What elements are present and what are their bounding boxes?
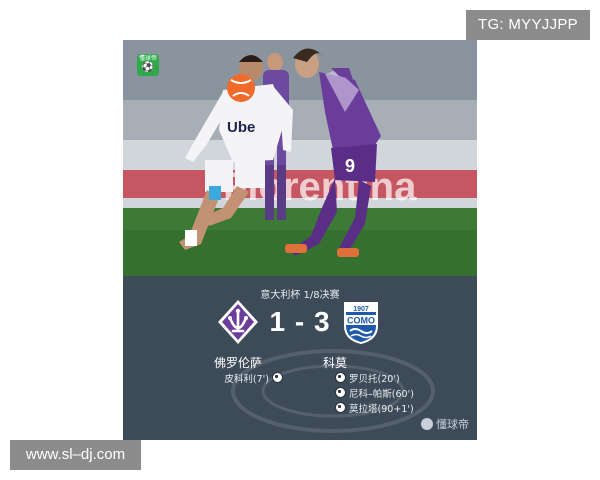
shirt-sponsor: Ube [227, 119, 255, 136]
brand-watermark: 懂球帝 [421, 416, 469, 432]
como-crest-year: 1907 [353, 306, 369, 313]
away-scorers-list: 罗贝托(20') 尼科–帕斯(60') 莫拉塔(90+1') [335, 372, 465, 417]
goal-ball-icon [335, 387, 346, 398]
site-url-tag: www.sl–dj.com [10, 440, 141, 470]
away-scorer-item: 莫拉塔(90+1') [335, 402, 465, 417]
brand-text: 懂球帝 [436, 418, 469, 431]
scoreboard: 意大利杯 1/8决赛 1 - 3 1907 COMO 佛罗伦萨 科莫 皮科利(7… [123, 276, 477, 440]
away-scorer-item: 尼科–帕斯(60') [335, 387, 465, 402]
scorer-name: 莫拉塔(90+1') [349, 404, 414, 415]
home-scorer-item: 皮科利(7') [183, 372, 283, 387]
brand-logo-icon [421, 418, 433, 430]
app-logo-text: 懂球帝 [138, 55, 157, 62]
scorer-name: 尼科–帕斯(60') [349, 389, 414, 400]
shirt-number: 9 [345, 156, 355, 176]
goal-ball-icon [335, 402, 346, 413]
goal-ball-icon [335, 372, 346, 383]
match-card[interactable]: Fiorentina Ube 9 懂球帝 ⚽ 意大利杯 1/8决赛 1 - 3 … [123, 40, 477, 440]
scorer-name: 皮科利(7') [224, 374, 269, 385]
home-team-name[interactable]: 佛罗伦萨 [193, 354, 283, 371]
away-scorer-item: 罗贝托(20') [335, 372, 465, 387]
como-crest-icon[interactable]: 1907 COMO [338, 298, 384, 346]
fiorentina-crest-icon[interactable] [216, 298, 260, 346]
competition-label: 意大利杯 1/8决赛 [260, 290, 340, 301]
app-logo-icon: 懂球帝 ⚽ [137, 54, 159, 76]
match-photo-illustration: Fiorentina Ube 9 [123, 40, 477, 276]
match-photo: Fiorentina Ube 9 懂球帝 ⚽ [123, 40, 477, 276]
telegram-tag: TG: MYYJJPP [466, 10, 590, 40]
away-team-name[interactable]: 科莫 [323, 354, 383, 371]
home-scorers-list: 皮科利(7') [183, 372, 283, 387]
match-score: 1 - 3 [269, 306, 331, 337]
goal-ball-icon [272, 372, 283, 383]
scorer-name: 罗贝托(20') [349, 374, 400, 385]
como-crest-text: COMO [347, 316, 375, 326]
